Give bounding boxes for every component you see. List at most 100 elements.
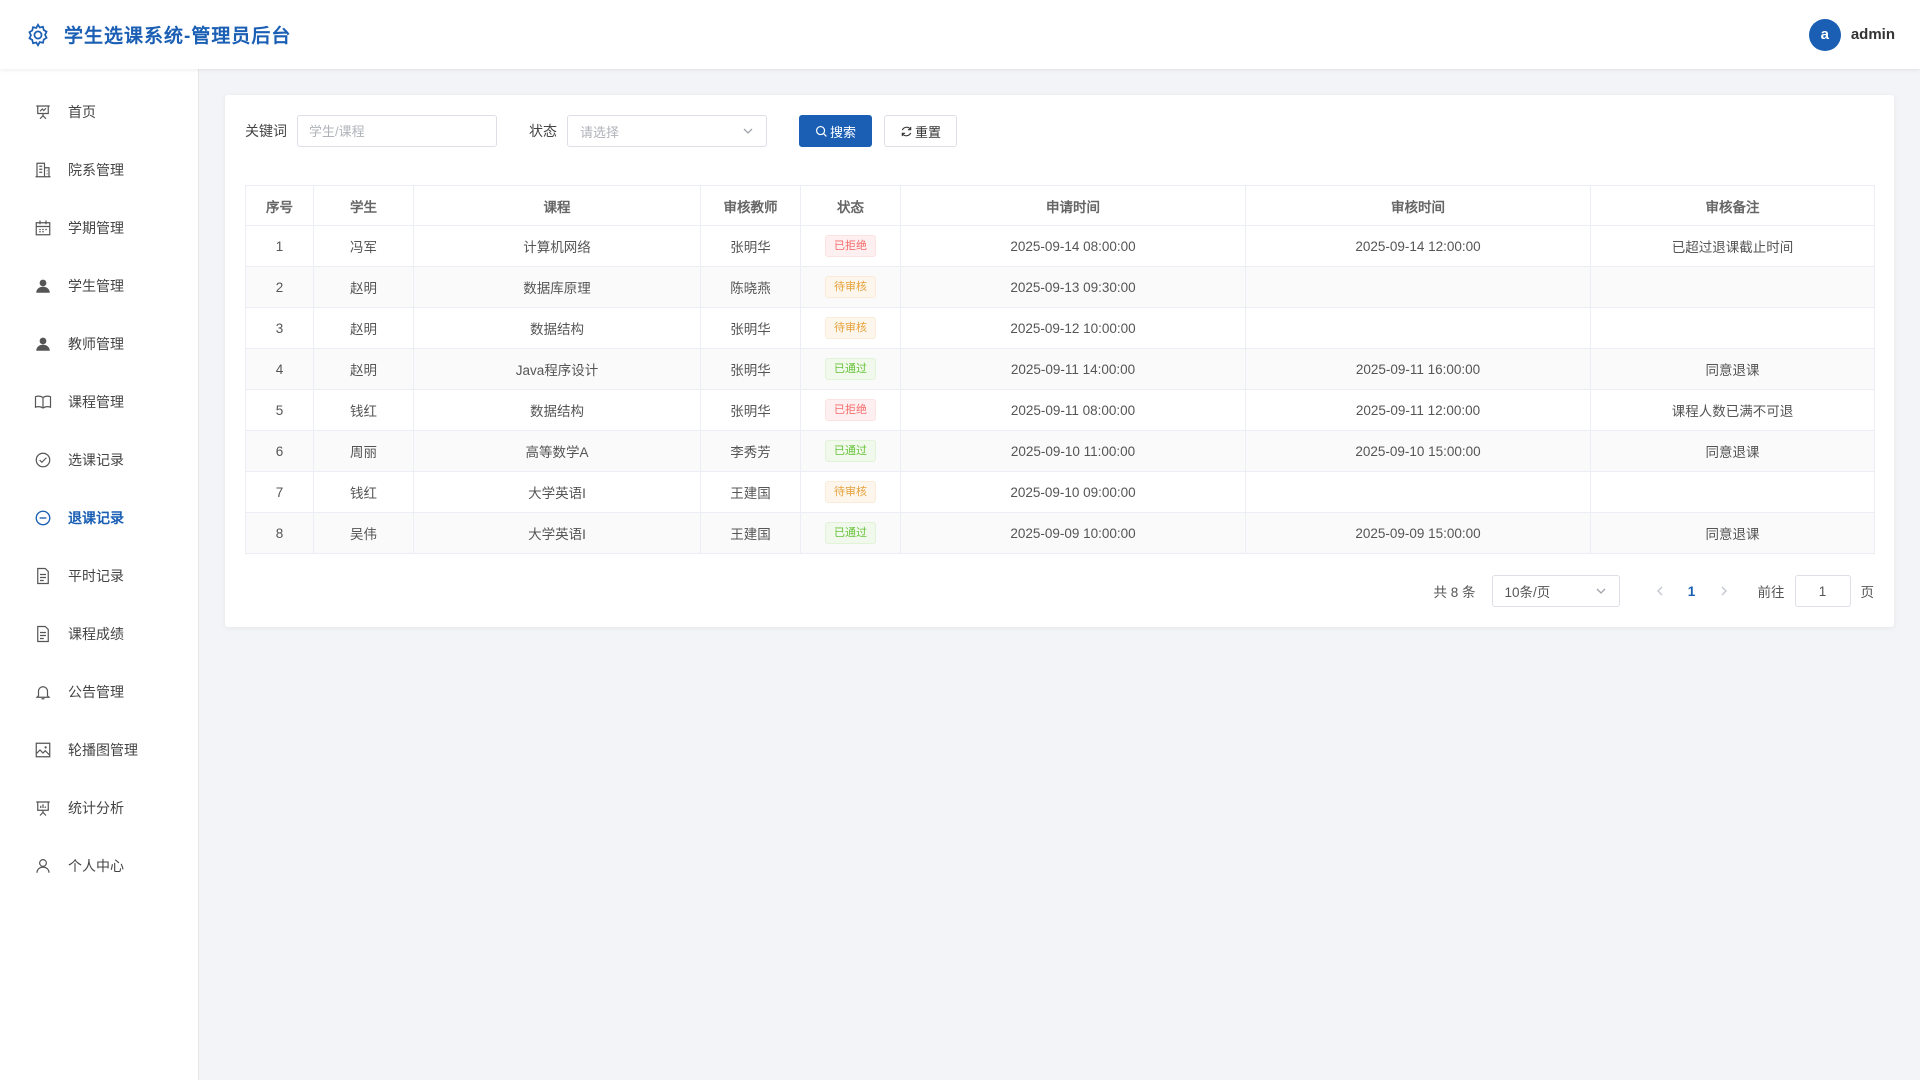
sidebar-item-13[interactable]: 个人中心 [0,837,198,895]
sidebar-item-label: 学生管理 [68,278,124,294]
teacher-cell: 李秀芳 [700,430,801,472]
page-size-select[interactable]: 10条/页 [1491,575,1620,607]
sidebar-item-5[interactable]: 课程管理 [0,373,198,431]
student-cell: 赵明 [313,266,414,308]
sidebar-item-9[interactable]: 课程成绩 [0,605,198,663]
apply-time-cell: 2025-09-11 08:00:00 [900,389,1246,431]
sidebar-item-7[interactable]: 退课记录 [0,489,198,547]
review-time-cell: 2025-09-11 12:00:00 [1245,389,1591,431]
column-header: 申请时间 [900,185,1246,226]
teacher-cell: 张明华 [700,225,801,267]
row-index: 6 [245,430,314,472]
student-cell: 赵明 [313,307,414,349]
chevron-left-icon [1656,586,1662,596]
status-label: 状态 [529,123,557,139]
book-icon [34,393,52,411]
status-badge: 待审核 [825,317,876,339]
status-cell: 已通过 [800,430,901,472]
sidebar: 首页院系管理学期管理学生管理教师管理课程管理选课记录退课记录平时记录课程成绩公告… [0,69,199,1080]
row-index: 3 [245,307,314,349]
sidebar-item-label: 平时记录 [68,568,124,584]
teacher-cell: 王建国 [700,471,801,513]
status-cell: 待审核 [800,266,901,308]
brand: 学生选课系统-管理员后台 [25,21,291,48]
sidebar-item-label: 个人中心 [68,858,124,874]
chart-board-icon [34,799,52,817]
page-unit-label: 页 [1860,585,1875,600]
teacher-cell: 陈晓燕 [700,266,801,308]
column-header: 审核时间 [1245,185,1591,226]
sidebar-item-label: 院系管理 [68,162,124,178]
gear-icon [28,22,48,47]
remark-cell: 同意退课 [1590,348,1875,390]
user-menu[interactable]: a admin [1808,18,1895,51]
sidebar-item-label: 学期管理 [68,220,124,236]
table-row: 3 赵明 数据结构 张明华 待审核 2025-09-12 10:00:00 [245,307,1875,349]
student-cell: 钱红 [313,471,414,513]
check-circle-icon [34,451,52,469]
sidebar-item-12[interactable]: 统计分析 [0,779,198,837]
column-header: 学生 [313,185,414,226]
search-icon [815,125,827,137]
teacher-cell: 王建国 [700,512,801,554]
next-page-button[interactable] [1708,575,1740,607]
status-badge: 已通过 [825,440,876,462]
document-icon [34,567,52,585]
user-filled-icon [34,277,52,295]
teacher-cell: 张明华 [700,307,801,349]
sidebar-item-label: 公告管理 [68,684,124,700]
search-button-label: 搜索 [830,124,857,140]
course-cell: 大学英语I [413,471,701,513]
goto-page-input[interactable] [1794,575,1851,607]
row-index: 2 [245,266,314,308]
teacher-cell: 张明华 [700,389,801,431]
username[interactable]: admin [1851,26,1895,43]
sidebar-item-1[interactable]: 院系管理 [0,141,198,199]
apply-time-cell: 2025-09-11 14:00:00 [900,348,1246,390]
course-cell: 数据库原理 [413,266,701,308]
page-number-current[interactable]: 1 [1676,575,1708,607]
status-select-placeholder: 请选择 [580,124,620,140]
course-cell: Java程序设计 [413,348,701,390]
sidebar-item-2[interactable]: 学期管理 [0,199,198,257]
sidebar-item-8[interactable]: 平时记录 [0,547,198,605]
sidebar-item-0[interactable]: 首页 [0,83,198,141]
sidebar-item-6[interactable]: 选课记录 [0,431,198,489]
prev-page-button[interactable] [1644,575,1676,607]
reset-button-label: 重置 [915,124,942,140]
keyword-input[interactable] [297,115,497,147]
review-time-cell: 2025-09-11 16:00:00 [1245,348,1591,390]
table-row: 7 钱红 大学英语I 王建国 待审核 2025-09-10 09:00:00 [245,471,1875,513]
apply-time-cell: 2025-09-14 08:00:00 [900,225,1246,267]
student-cell: 吴伟 [313,512,414,554]
sidebar-item-3[interactable]: 学生管理 [0,257,198,315]
sidebar-item-label: 退课记录 [68,510,124,526]
teacher-cell: 张明华 [700,348,801,390]
status-badge: 已通过 [825,522,876,544]
review-time-cell: 2025-09-09 15:00:00 [1245,512,1591,554]
status-badge: 已拒绝 [825,235,876,257]
column-header: 课程 [413,185,701,226]
sidebar-item-label: 教师管理 [68,336,124,352]
sidebar-item-10[interactable]: 公告管理 [0,663,198,721]
course-cell: 数据结构 [413,389,701,431]
sidebar-item-label: 选课记录 [68,452,124,468]
reset-button[interactable]: 重置 [884,115,958,147]
review-time-cell [1245,266,1591,308]
row-index: 8 [245,512,314,554]
remark-cell: 同意退课 [1590,430,1875,472]
sidebar-item-4[interactable]: 教师管理 [0,315,198,373]
search-button[interactable]: 搜索 [799,115,873,147]
user-filled-icon [34,335,52,353]
column-header: 状态 [800,185,901,226]
sidebar-item-11[interactable]: 轮播图管理 [0,721,198,779]
apply-time-cell: 2025-09-12 10:00:00 [900,307,1246,349]
image-icon [34,741,52,759]
status-select[interactable]: 请选择 [567,115,767,147]
refresh-icon [901,126,912,136]
avatar[interactable]: a [1808,18,1841,51]
table-row: 5 钱红 数据结构 张明华 已拒绝 2025-09-11 08:00:00 2025-09-… [245,389,1875,431]
apply-time-cell: 2025-09-13 09:30:00 [900,266,1246,308]
table-row: 1 冯军 计算机网络 张明华 已拒绝 2025-09-14 08:00:00 2025-09… [245,225,1875,267]
status-badge: 待审核 [825,481,876,503]
